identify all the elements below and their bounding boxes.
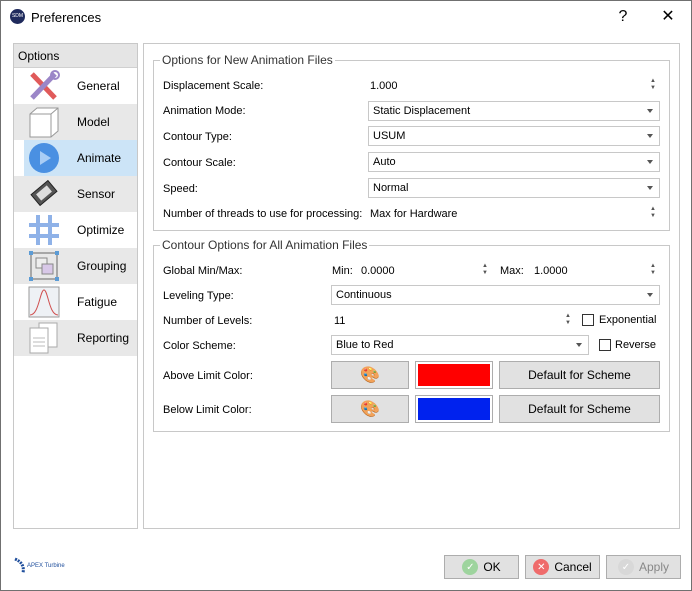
- cancel-button[interactable]: ✕ Cancel: [525, 555, 600, 579]
- animation-mode-label: Animation Mode:: [163, 105, 246, 117]
- x-icon: ✕: [533, 559, 550, 575]
- displacement-scale-input[interactable]: 1.000: [370, 80, 398, 92]
- below-limit-label: Below Limit Color:: [163, 404, 252, 416]
- app-logo: SDM: [10, 9, 25, 24]
- apply-button[interactable]: ✓ Apply: [606, 555, 681, 579]
- palette-icon: 🎨: [360, 401, 380, 418]
- contour-type-label: Contour Type:: [163, 131, 232, 143]
- max-label: Max:: [500, 265, 524, 277]
- reverse-label: Reverse: [615, 339, 656, 351]
- sidebar-item-label: Model: [77, 115, 110, 129]
- help-button[interactable]: ?: [608, 5, 638, 29]
- sidebar-item-label: Fatigue: [77, 295, 118, 309]
- window-title: Preferences: [31, 10, 102, 25]
- animation-mode-select[interactable]: Static Displacement: [368, 101, 660, 121]
- sidebar-item-animate[interactable]: Animate: [24, 140, 137, 176]
- grid-icon: [26, 214, 62, 246]
- speed-label: Speed:: [163, 183, 198, 195]
- contour-scale-select[interactable]: Auto: [368, 152, 660, 172]
- close-button[interactable]: ✕: [653, 5, 683, 29]
- color-scheme-select[interactable]: Blue to Red: [331, 335, 589, 355]
- above-color-swatch[interactable]: [415, 361, 493, 389]
- check-icon: ✓: [462, 559, 479, 575]
- below-color-swatch[interactable]: [415, 395, 493, 423]
- ok-button[interactable]: ✓ OK: [444, 555, 519, 579]
- turbine-icon: [14, 557, 25, 574]
- sidebar-item-optimize[interactable]: Optimize: [14, 212, 137, 248]
- check-icon: ✓: [617, 559, 634, 575]
- palette-icon: 🎨: [360, 367, 380, 384]
- preferences-dialog: SDM Preferences ? ✕ Options General Mode…: [0, 0, 692, 591]
- brand-text: APEX Turbine: [27, 563, 65, 569]
- below-palette-button[interactable]: 🎨: [331, 395, 409, 423]
- cancel-label: Cancel: [554, 560, 592, 574]
- sidebar-item-label: Grouping: [77, 259, 127, 273]
- grouping-icon: [26, 250, 62, 282]
- sensor-icon: [26, 178, 62, 210]
- bell-curve-icon: [26, 286, 62, 318]
- displacement-scale-spinner[interactable]: ▲ ▼: [649, 78, 657, 94]
- min-label: Min:: [332, 265, 353, 277]
- above-default-button[interactable]: Default for Scheme: [499, 361, 660, 389]
- sidebar-item-grouping[interactable]: Grouping: [14, 248, 137, 284]
- sidebar-item-sensor[interactable]: Sensor: [14, 176, 137, 212]
- above-palette-button[interactable]: 🎨: [331, 361, 409, 389]
- document-icon: [26, 322, 62, 354]
- reverse-checkbox[interactable]: [599, 339, 611, 351]
- sidebar-item-model[interactable]: Model: [14, 104, 137, 140]
- levels-label: Number of Levels:: [163, 315, 253, 327]
- exponential-label: Exponential: [599, 314, 657, 326]
- below-color-fill: [418, 398, 490, 420]
- leveling-type-label: Leveling Type:: [163, 290, 234, 302]
- speed-select[interactable]: Normal: [368, 178, 660, 198]
- threads-label: Number of threads to use for processing:: [163, 208, 363, 220]
- tools-icon: [26, 70, 62, 102]
- threads-spinner[interactable]: ▲ ▼: [649, 206, 657, 222]
- exponential-checkbox[interactable]: [582, 314, 594, 326]
- color-scheme-label: Color Scheme:: [163, 340, 236, 352]
- play-icon: [26, 142, 62, 174]
- above-limit-label: Above Limit Color:: [163, 370, 253, 382]
- global-minmax-label: Global Min/Max:: [163, 265, 243, 277]
- sidebar-header: Options: [14, 44, 137, 68]
- apply-label: Apply: [638, 560, 670, 574]
- sidebar-item-fatigue[interactable]: Fatigue: [14, 284, 137, 320]
- min-spinner[interactable]: ▲ ▼: [481, 263, 489, 279]
- sidebar-item-label: Optimize: [77, 223, 125, 237]
- levels-spinner[interactable]: ▲ ▼: [564, 313, 572, 329]
- sidebar-item-general[interactable]: General: [14, 68, 137, 104]
- leveling-type-select[interactable]: Continuous: [331, 285, 660, 305]
- above-color-fill: [418, 364, 490, 386]
- max-input[interactable]: 1.0000: [534, 265, 568, 277]
- sidebar-item-reporting[interactable]: Reporting: [14, 320, 137, 356]
- group-title: Options for New Animation Files: [160, 53, 335, 67]
- levels-input[interactable]: 11: [334, 315, 345, 327]
- sidebar-item-label: Animate: [77, 151, 122, 165]
- min-input[interactable]: 0.0000: [361, 265, 395, 277]
- displacement-scale-label: Displacement Scale:: [163, 80, 264, 92]
- contour-type-select[interactable]: USUM: [368, 126, 660, 146]
- sidebar-item-label: General: [77, 79, 120, 93]
- options-sidebar: Options General Model Animate Sensor Opt…: [13, 43, 138, 529]
- contour-scale-label: Contour Scale:: [163, 157, 236, 169]
- max-spinner[interactable]: ▲ ▼: [649, 263, 657, 279]
- sidebar-item-label: Reporting: [77, 331, 130, 345]
- threads-input[interactable]: Max for Hardware: [370, 208, 457, 220]
- group-title: Contour Options for All Animation Files: [160, 238, 370, 252]
- brand-logo: APEX Turbine: [13, 557, 65, 575]
- cube-icon: [26, 106, 62, 138]
- sidebar-item-label: Sensor: [77, 187, 116, 201]
- ok-label: OK: [483, 560, 501, 574]
- below-default-button[interactable]: Default for Scheme: [499, 395, 660, 423]
